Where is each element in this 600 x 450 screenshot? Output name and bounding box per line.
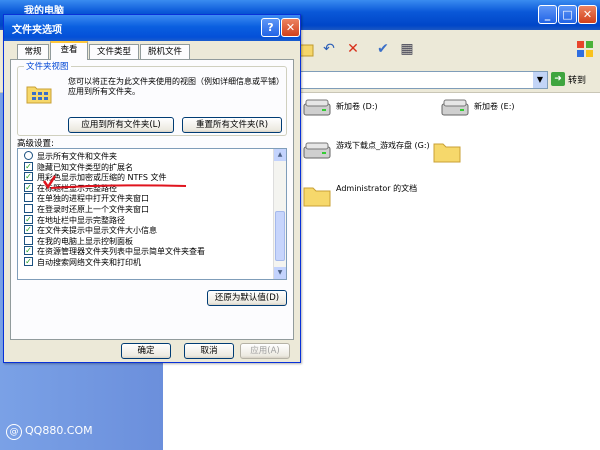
advanced-option-label: 在文件夹提示中显示文件大小信息 — [37, 226, 157, 236]
advanced-option-row[interactable]: ✓ 自动搜索网络文件夹和打印机 — [24, 257, 141, 268]
help-button[interactable]: ? — [261, 18, 280, 37]
dialog-title-bar: 文件夹选项 ? ✕ — [4, 15, 300, 41]
apply-to-all-folders-button[interactable]: 应用到所有文件夹(L) — [68, 117, 174, 133]
advanced-option-row[interactable]: ✓ 在文件夹提示中显示文件大小信息 — [24, 225, 157, 236]
checkbox[interactable]: ✓ — [24, 214, 33, 224]
tab-file-types[interactable]: 文件类型 — [89, 44, 139, 59]
checkbox[interactable]: ✓ — [24, 182, 33, 192]
drive-label: 新加卷 (E:) — [474, 102, 515, 111]
checkbox[interactable] — [24, 193, 33, 203]
go-arrow-icon: ➜ — [551, 72, 565, 86]
scroll-down-icon[interactable]: ▼ — [274, 267, 286, 279]
folder-view-legend: 文件夹视图 — [24, 60, 71, 72]
advanced-option-label: 在登录时还原上一个文件夹窗口 — [37, 205, 149, 214]
watermark: @ QQ880.COM — [6, 424, 93, 440]
folder-icon — [303, 187, 331, 207]
view-tab-panel: 文件夹视图 您可以将正在为此文件夹使用的视图（例如详细信息或平铺）应用到所有文件… — [10, 59, 294, 340]
checkbox[interactable]: ✓ — [24, 225, 33, 235]
dialog-close-button[interactable]: ✕ — [281, 18, 300, 37]
advanced-option-row[interactable]: ✓ 隐藏已知文件类型的扩展名 — [24, 161, 133, 173]
advanced-option-label: 在地址栏中显示完整路径 — [37, 215, 125, 225]
advanced-option-label: 隐藏已知文件类型的扩展名 — [37, 162, 133, 172]
views-icon[interactable]: ▦ — [398, 40, 416, 58]
checkbox[interactable] — [24, 204, 33, 213]
checkbox[interactable]: ✓ — [24, 257, 33, 266]
scroll-up-icon[interactable]: ▲ — [274, 149, 286, 161]
scrollbar[interactable]: ▲ ▼ — [273, 149, 286, 279]
reset-all-folders-button[interactable]: 重置所有文件夹(R) — [182, 117, 282, 133]
minimize-button[interactable]: _ — [538, 5, 557, 24]
address-dropdown-icon[interactable]: ▼ — [533, 72, 547, 88]
hard-drive-icon — [441, 99, 469, 116]
checkbox[interactable]: ✓ — [24, 172, 33, 182]
address-input[interactable]: ▼ — [300, 71, 548, 89]
hard-drive-icon — [303, 142, 331, 159]
advanced-option-row[interactable]: 在登录时还原上一个文件夹窗口 — [24, 204, 149, 215]
advanced-option-label: 自动搜索网络文件夹和打印机 — [37, 258, 141, 267]
go-button[interactable]: ➜ 转到 — [551, 72, 597, 88]
checkbox[interactable]: ✓ — [24, 161, 33, 171]
folder-icon[interactable] — [432, 138, 462, 164]
advanced-option-row[interactable]: 显示所有文件和文件夹 — [24, 151, 117, 162]
watermark-at-icon: @ — [6, 424, 22, 440]
windows-logo-icon — [576, 40, 594, 58]
tab-general[interactable]: 常规 — [17, 44, 49, 59]
advanced-option-label: 显示所有文件和文件夹 — [37, 152, 117, 161]
drive-label: Administrator 的文档 — [336, 184, 418, 193]
maximize-button[interactable]: □ — [558, 5, 577, 24]
go-label: 转到 — [568, 76, 587, 86]
hard-drive-icon — [303, 99, 331, 116]
drive-label: 游戏下载点_游戏存盘 (G:) — [336, 141, 430, 150]
undo-icon[interactable]: ↶ — [320, 40, 338, 58]
properties-icon[interactable]: ✔ — [374, 40, 392, 58]
red-annotation-mark — [42, 175, 187, 190]
drive-label: 新加卷 (D:) — [336, 102, 378, 111]
advanced-option-row[interactable]: ✓ 在资源管理器文件夹列表中显示简单文件夹查看 — [24, 246, 205, 257]
delete-icon[interactable]: ✕ — [344, 40, 362, 58]
checkbox[interactable]: ✓ — [24, 246, 33, 256]
advanced-option-row[interactable]: 在我的电脑上显示控制面板 — [24, 235, 133, 247]
advanced-option-row[interactable]: 在单独的进程中打开文件夹窗口 — [24, 193, 149, 204]
advanced-option-label: 在单独的进程中打开文件夹窗口 — [37, 194, 149, 204]
radio-button[interactable] — [24, 151, 33, 160]
restore-defaults-button[interactable]: 还原为默认值(D) — [207, 290, 287, 306]
explorer-close-button[interactable]: ✕ — [578, 5, 597, 24]
advanced-option-row[interactable]: ✓ 在地址栏中显示完整路径 — [24, 214, 125, 226]
watermark-text: QQ880.COM — [25, 424, 93, 437]
folder-view-description: 您可以将正在为此文件夹使用的视图（例如详细信息或平铺）应用到所有文件夹。 — [68, 77, 280, 96]
dialog-title: 文件夹选项 — [12, 25, 62, 36]
advanced-settings-list[interactable]: 显示所有文件和文件夹 ✓ 隐藏已知文件类型的扩展名 ✓ 用彩色显示加密或压缩的 NTFS… — [17, 148, 287, 280]
checkbox[interactable] — [24, 235, 33, 245]
tab-view[interactable]: 查看 — [50, 41, 88, 60]
apply-button[interactable]: 应用(A) — [240, 343, 290, 359]
tab-offline-files[interactable]: 脱机文件 — [140, 44, 190, 59]
scroll-thumb[interactable] — [275, 211, 285, 261]
folder-view-group: 文件夹视图 您可以将正在为此文件夹使用的视图（例如详细信息或平铺）应用到所有文件… — [17, 60, 287, 136]
cancel-button[interactable]: 取消 — [184, 343, 234, 359]
advanced-option-label: 在我的电脑上显示控制面板 — [37, 236, 133, 246]
advanced-option-label: 在资源管理器文件夹列表中显示简单文件夹查看 — [37, 247, 205, 257]
ok-button[interactable]: 确定 — [121, 343, 171, 359]
folder-view-icon — [26, 86, 52, 104]
folder-options-dialog: 文件夹选项 ? ✕ 常规 查看 文件类型 脱机文件 文件夹视图 您可以将正在为此… — [3, 14, 301, 363]
